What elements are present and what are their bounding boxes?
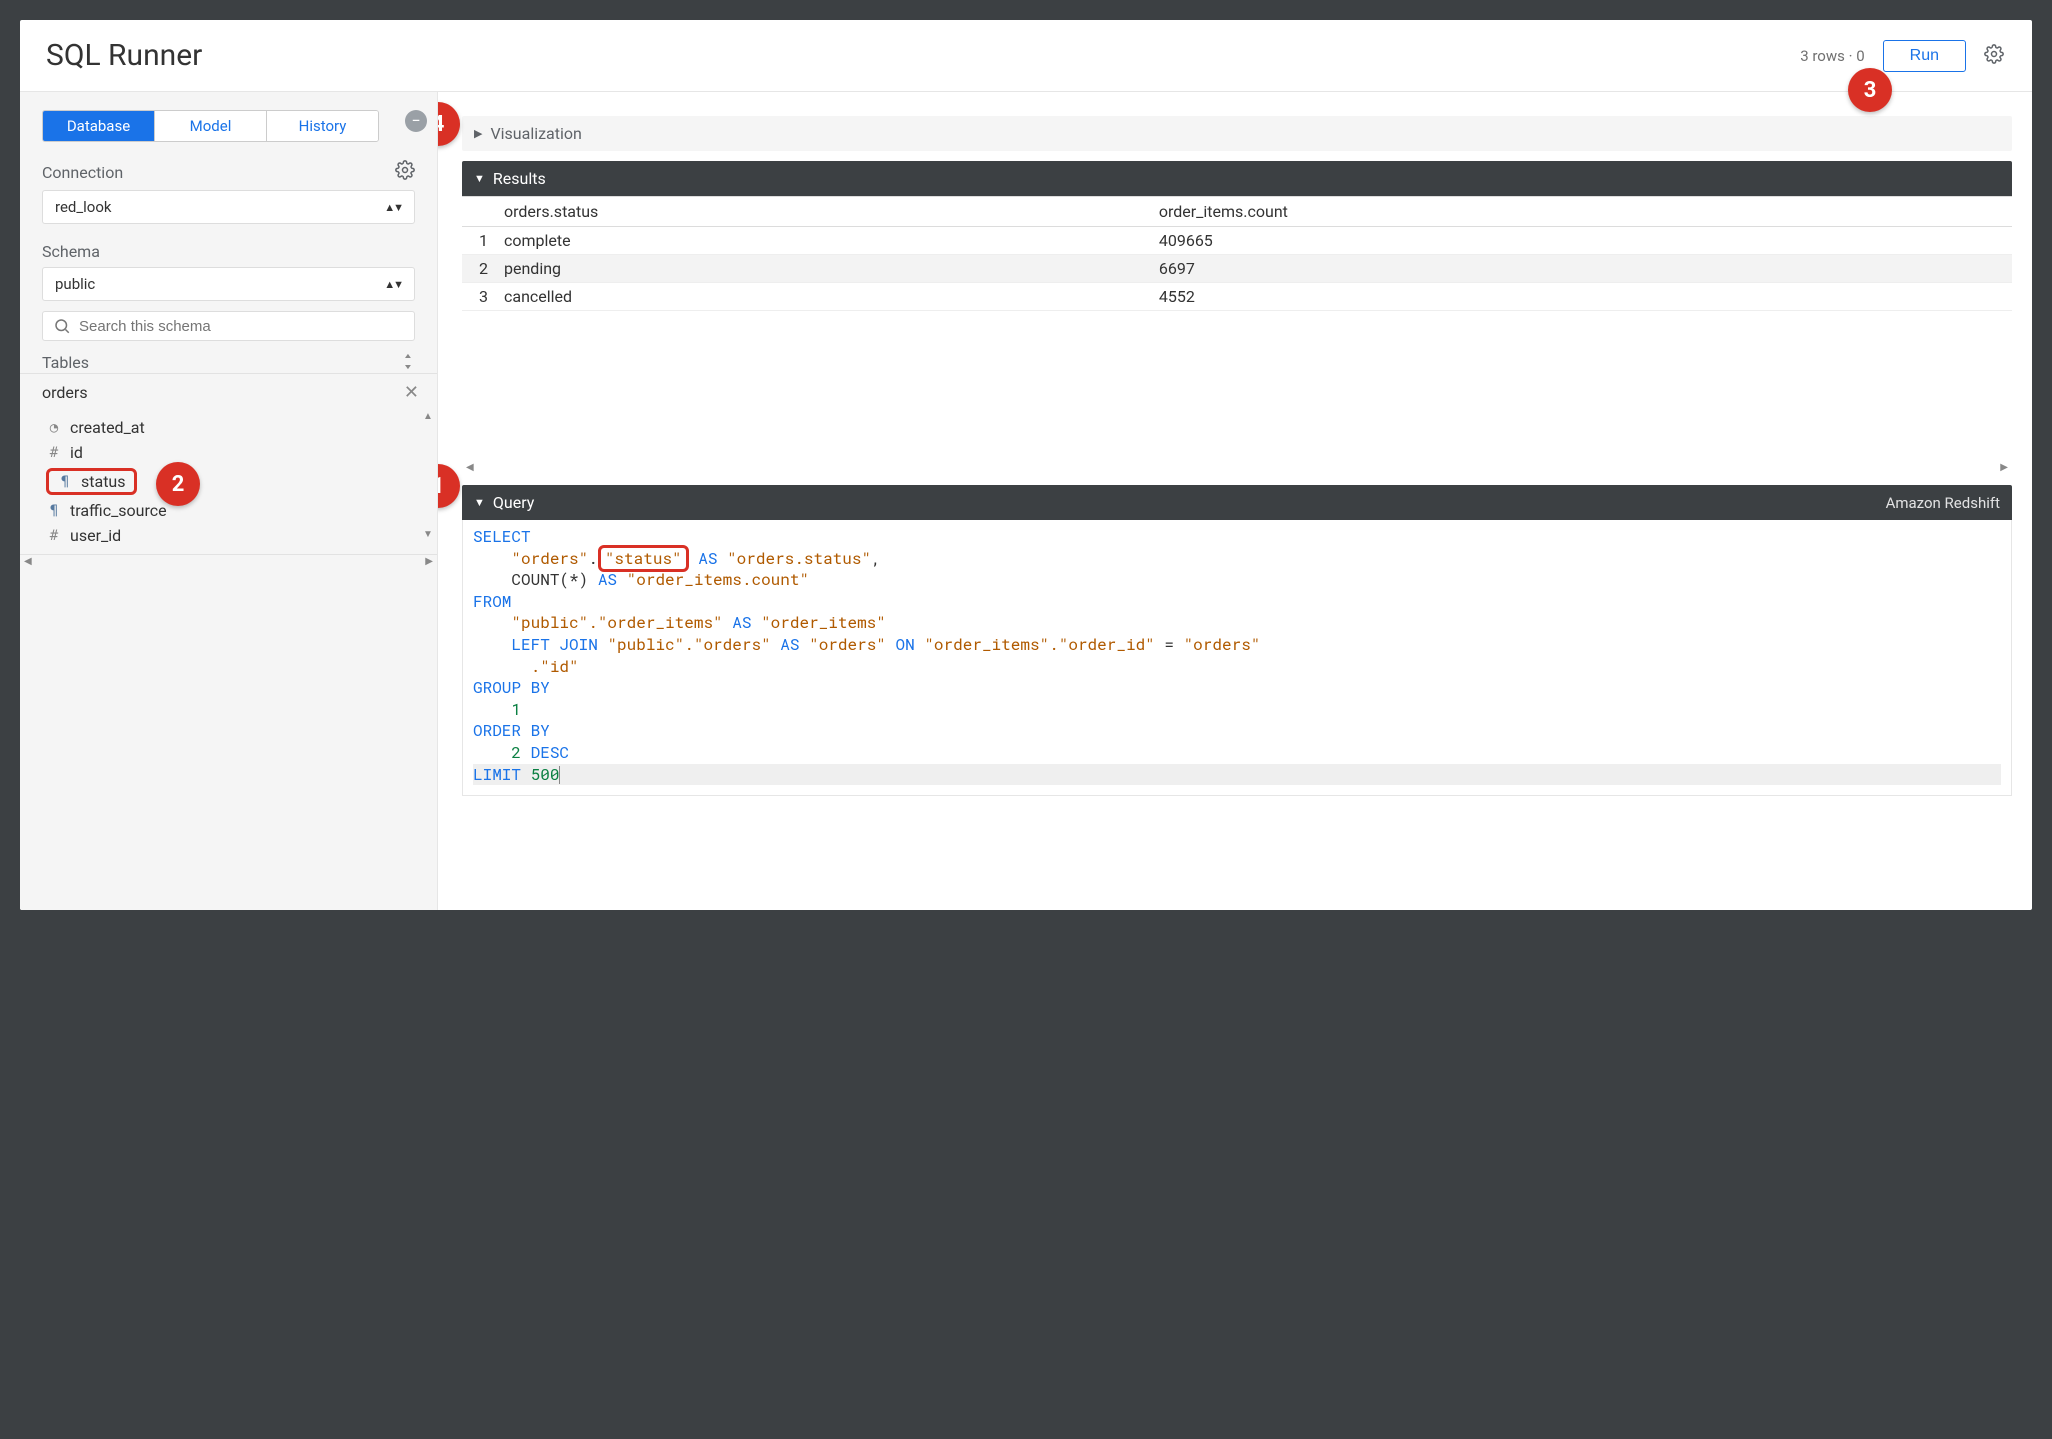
- sidebar: − Database Model History Connection: [20, 92, 438, 910]
- annotation-callout-3: 3: [1848, 68, 1892, 112]
- hash-icon: #: [46, 528, 62, 544]
- app-window: SQL Runner 3 rows · 0 Run − Database Mod…: [20, 20, 2032, 910]
- sidebar-tabs: Database Model History: [42, 110, 379, 142]
- column-item-created-at[interactable]: ◔ created_at: [24, 415, 437, 440]
- schema-value: public: [55, 275, 95, 293]
- app-header: SQL Runner 3 rows · 0 Run: [20, 20, 2032, 92]
- search-input[interactable]: [79, 318, 404, 335]
- results-panel: ▼ Results orders.status order_items.coun…: [462, 161, 2012, 473]
- text-type-icon: ¶: [46, 503, 62, 519]
- scroll-up-icon[interactable]: ▲: [423, 411, 435, 422]
- tab-database[interactable]: Database: [43, 111, 155, 141]
- expanded-table-name: orders: [42, 383, 88, 402]
- column-item-status[interactable]: ¶ status: [24, 465, 437, 498]
- close-icon[interactable]: ✕: [404, 382, 419, 403]
- column-item-user-id[interactable]: # user_id: [24, 523, 437, 548]
- query-panel: ▼ Query Amazon Redshift SELECT "orders".…: [462, 485, 2012, 796]
- column-list: ◔ created_at # id ¶ status ¶ traffic_sou…: [20, 411, 437, 554]
- tab-history[interactable]: History: [267, 111, 378, 141]
- annotation-callout-1: 1: [438, 464, 460, 508]
- table-row: 3 cancelled 4552: [462, 283, 2012, 311]
- annotation-callout-2: 2: [156, 462, 200, 506]
- run-button[interactable]: Run: [1883, 40, 1966, 72]
- results-col-1[interactable]: order_items.count: [1151, 197, 2012, 227]
- schema-select[interactable]: public ▲▼: [42, 267, 415, 301]
- sql-editor[interactable]: SELECT "orders"."status" AS "orders.stat…: [473, 526, 2001, 785]
- rows-summary: 3 rows · 0: [1800, 47, 1864, 65]
- select-caret-icon: ▲▼: [384, 201, 402, 214]
- chevron-right-icon: ▶: [474, 127, 482, 140]
- clock-icon: ◔: [46, 420, 62, 436]
- visualization-panel: ▶ Visualization: [462, 116, 2012, 151]
- gear-icon[interactable]: [1984, 44, 2004, 68]
- column-item-traffic-source[interactable]: ¶ traffic_source: [24, 498, 437, 523]
- scroll-down-icon[interactable]: ▼: [423, 529, 435, 540]
- query-engine-label: Amazon Redshift: [1886, 494, 2000, 512]
- column-item-id[interactable]: # id: [24, 440, 437, 465]
- status-highlight-box: "status": [598, 545, 689, 572]
- results-col-0[interactable]: orders.status: [496, 197, 1151, 227]
- connection-label: Connection: [42, 163, 123, 182]
- scroll-icon[interactable]: ▲▼: [403, 351, 415, 373]
- chevron-down-icon: ▼: [474, 496, 485, 509]
- results-table: orders.status order_items.count 1 comple…: [462, 196, 2012, 311]
- connection-value: red_look: [55, 198, 111, 216]
- table-row: 2 pending 6697: [462, 255, 2012, 283]
- connection-select[interactable]: red_look ▲▼: [42, 190, 415, 224]
- text-type-icon: ¶: [57, 474, 73, 490]
- hash-icon: #: [46, 445, 62, 461]
- table-row: 1 complete 409665: [462, 227, 2012, 255]
- chevron-down-icon: ▼: [474, 172, 485, 185]
- select-caret-icon: ▲▼: [384, 278, 402, 291]
- main-panel: ▶ Visualization ▼ Results orders.status: [438, 92, 2032, 910]
- status-highlight-box: ¶ status: [46, 468, 137, 495]
- query-header[interactable]: ▼ Query Amazon Redshift: [462, 485, 2012, 520]
- visualization-header[interactable]: ▶ Visualization: [462, 116, 2012, 151]
- page-title: SQL Runner: [46, 38, 202, 73]
- sidebar-horizontal-scroll[interactable]: ◀▶: [20, 554, 437, 568]
- search-icon: [53, 317, 71, 335]
- annotation-callout-4: 4: [438, 102, 460, 146]
- tables-label: Tables: [42, 353, 89, 372]
- connection-settings-icon[interactable]: [395, 160, 415, 184]
- collapse-sidebar-icon[interactable]: −: [405, 110, 427, 132]
- results-horizontal-scroll[interactable]: ◀▶: [462, 461, 2012, 473]
- results-header[interactable]: ▼ Results: [462, 161, 2012, 196]
- schema-search[interactable]: [42, 311, 415, 341]
- tab-model[interactable]: Model: [155, 111, 267, 141]
- schema-label: Schema: [42, 242, 100, 261]
